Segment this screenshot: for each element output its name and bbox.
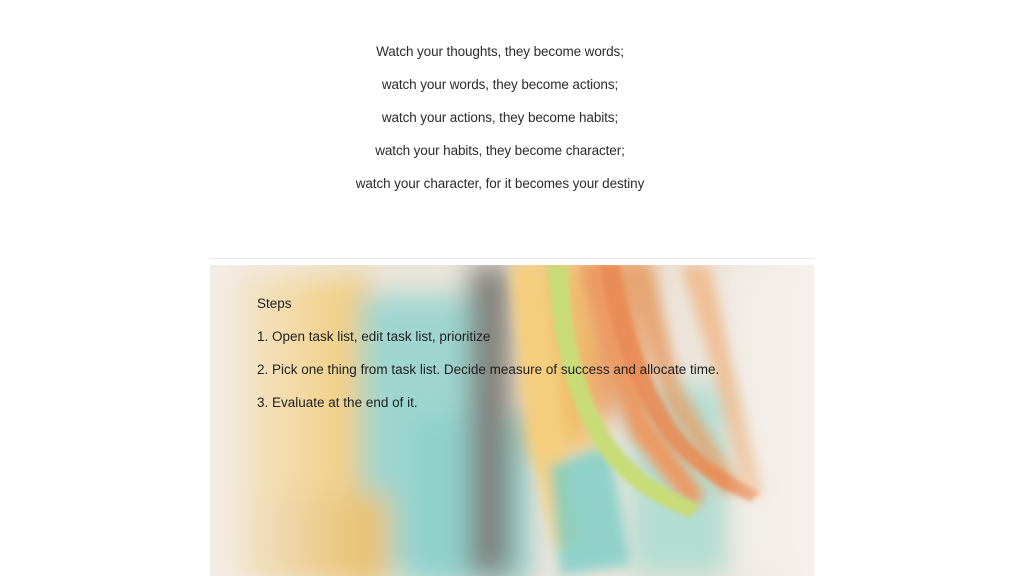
quote-block: Watch your thoughts, they become words; … bbox=[0, 0, 1000, 207]
quote-line: watch your words, they become actions; bbox=[381, 77, 619, 92]
step-item: 3. Evaluate at the end of it. bbox=[257, 395, 418, 410]
steps-banner: Steps 1. Open task list, edit task list,… bbox=[210, 265, 814, 576]
quote-line: Watch your thoughts, they become words; bbox=[376, 44, 624, 59]
quote-line: watch your character, for it becomes you… bbox=[355, 176, 645, 191]
steps-list: Steps 1. Open task list, edit task list,… bbox=[257, 293, 719, 425]
section-divider bbox=[210, 258, 814, 259]
step-item: 1. Open task list, edit task list, prior… bbox=[257, 329, 491, 344]
steps-title: Steps bbox=[257, 296, 292, 311]
quote-line: watch your habits, they become character… bbox=[375, 143, 625, 158]
quote-line: watch your actions, they become habits; bbox=[381, 110, 619, 125]
step-item: 2. Pick one thing from task list. Decide… bbox=[257, 362, 720, 377]
